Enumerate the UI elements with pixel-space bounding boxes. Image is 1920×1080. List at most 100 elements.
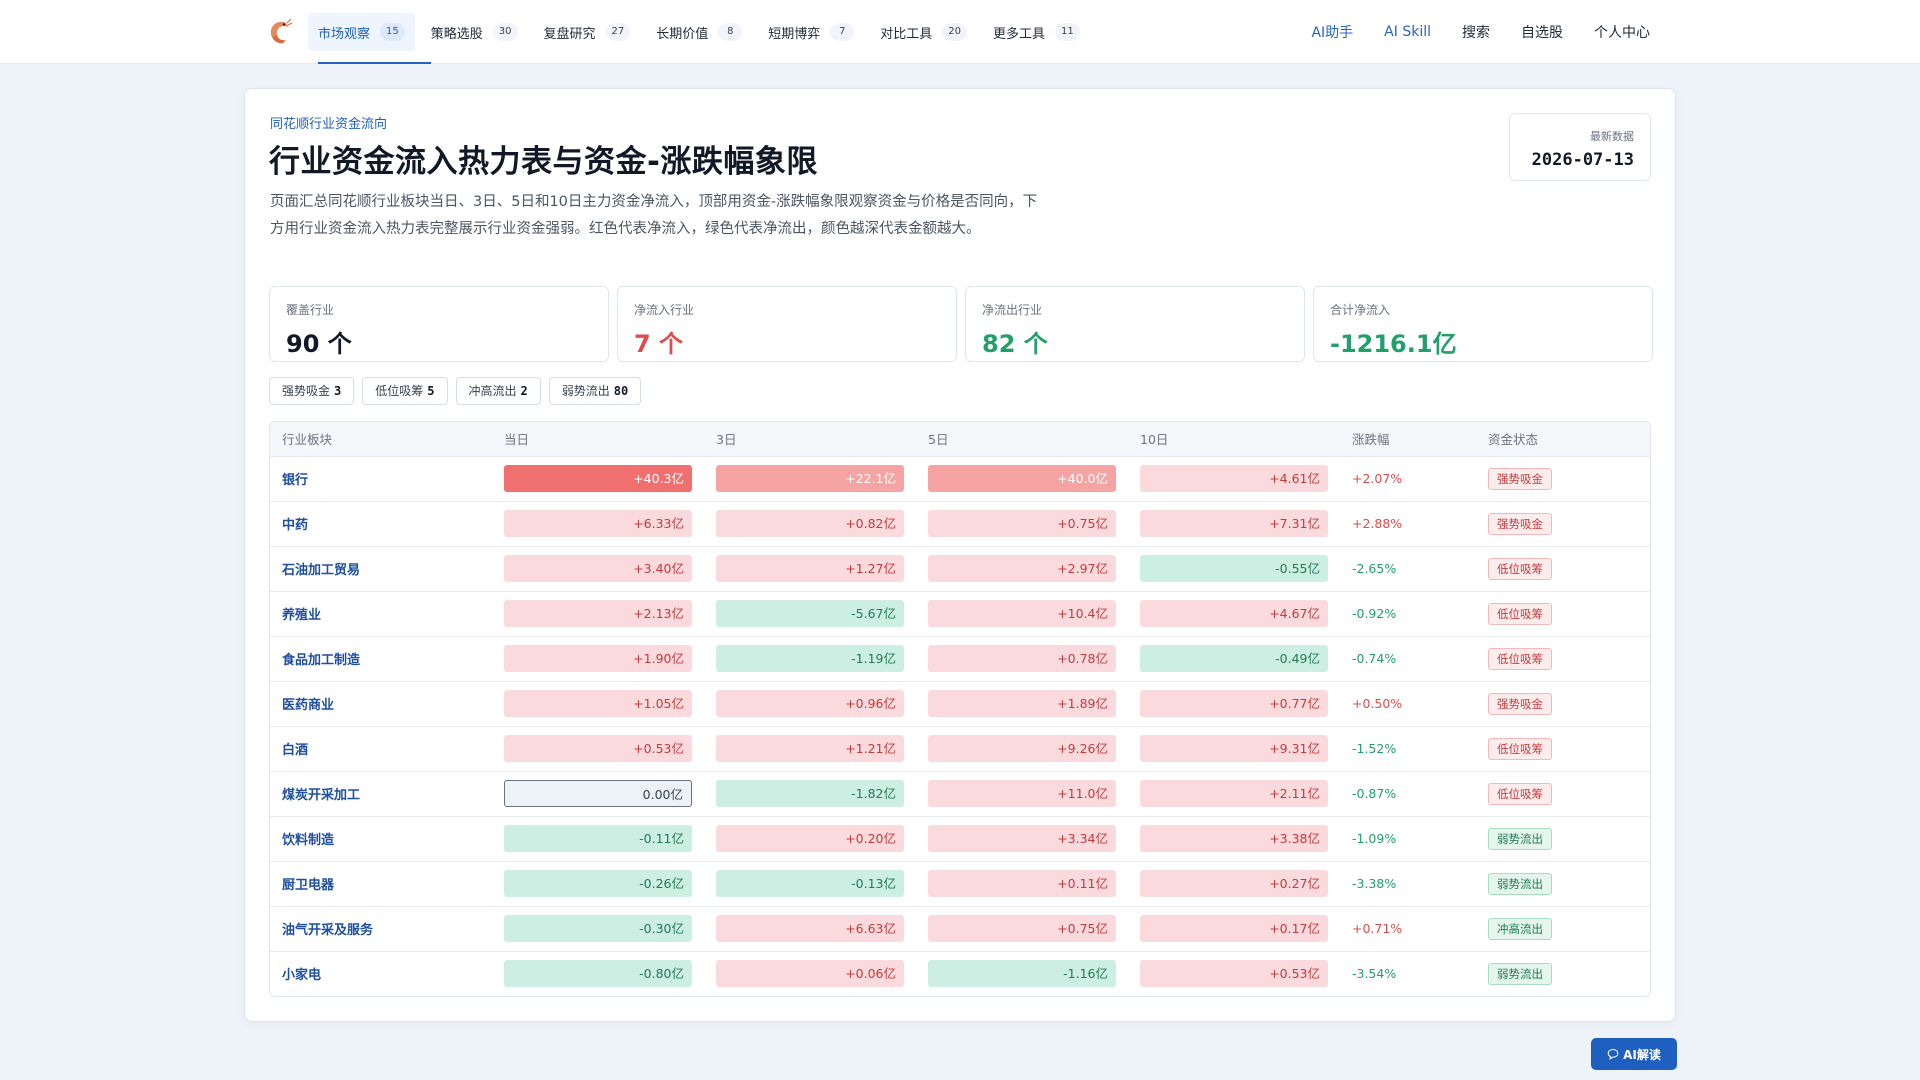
industry-name-link[interactable]: 小家电 [270, 951, 492, 996]
tab-short-term[interactable]: 短期博弈 7 [758, 13, 864, 51]
table-row[interactable]: 厨卫电器 -0.26亿 -0.13亿 +0.11亿 +0.27亿 -3.38% 弱势流出 [270, 861, 1650, 906]
chip-low-accumulation[interactable]: 低位吸筹 5 [362, 377, 448, 405]
column-header-change[interactable]: 涨跌幅 [1340, 422, 1476, 457]
flow-cell: +0.20亿 [704, 816, 916, 861]
industry-name-link[interactable]: 厨卫电器 [270, 861, 492, 906]
status-badge: 弱势流出 [1488, 872, 1552, 895]
flow-value-d1: +40.3亿 [504, 465, 692, 492]
tab-strategy-picks[interactable]: 策略选股 30 [421, 13, 528, 51]
status-cell: 强势吸金 [1476, 501, 1650, 546]
flow-value-d5: +1.89亿 [928, 690, 1116, 717]
fund-flow-table: 行业板块 当日 3日 5日 10日 涨跌幅 资金状态 银行 +40.3亿 +22.1… [270, 422, 1650, 996]
stat-value: 7 个 [634, 330, 684, 358]
column-header-today[interactable]: 当日 [492, 422, 704, 457]
flow-cell: +1.27亿 [704, 546, 916, 591]
flow-cell: -0.80亿 [492, 951, 704, 996]
column-header-industry[interactable]: 行业板块 [270, 422, 492, 457]
nav-links: AI助手 AI Skill 搜索 自选股 个人中心 [1280, 13, 1650, 51]
flow-cell: +2.13亿 [492, 591, 704, 636]
flow-value-d5: +0.11亿 [928, 870, 1116, 897]
tab-compare-tools[interactable]: 对比工具 20 [870, 13, 977, 51]
tab-more-tools[interactable]: 更多工具 11 [983, 13, 1090, 51]
column-header-5d[interactable]: 5日 [916, 422, 1128, 457]
table-row[interactable]: 中药 +6.33亿 +0.82亿 +0.75亿 +7.31亿 +2.88% 强势吸金 [270, 501, 1650, 546]
flow-value-d1: -0.30亿 [504, 915, 692, 942]
table-row[interactable]: 饮料制造 -0.11亿 +0.20亿 +3.34亿 +3.38亿 -1.09% 弱势流出 [270, 816, 1650, 861]
industry-name-link[interactable]: 中药 [270, 501, 492, 546]
flow-cell: +9.26亿 [916, 726, 1128, 771]
table-row[interactable]: 白酒 +0.53亿 +1.21亿 +9.26亿 +9.31亿 -1.52% 低位吸筹 [270, 726, 1650, 771]
flow-value-d3: +0.82亿 [716, 510, 904, 537]
industry-name-link[interactable]: 油气开采及服务 [270, 906, 492, 951]
column-header-10d[interactable]: 10日 [1128, 422, 1340, 457]
nav-tabs: 市场观察 15 策略选股 30 复盘研究 27 长期价值 8 短期博弈 7 对比… [308, 13, 1096, 64]
status-cell: 低位吸筹 [1476, 591, 1650, 636]
nav-search-link[interactable]: 搜索 [1462, 22, 1490, 42]
flow-value-d1: +1.05亿 [504, 690, 692, 717]
flow-value-d5: +2.97亿 [928, 555, 1116, 582]
ai-interpret-button[interactable]: AI解读 [1591, 1038, 1677, 1070]
status-cell: 冲高流出 [1476, 906, 1650, 951]
flow-cell: +4.67亿 [1128, 591, 1340, 636]
tab-count-badge: 7 [830, 23, 855, 41]
tab-label: 长期价值 [656, 26, 709, 42]
flow-cell: +6.33亿 [492, 501, 704, 546]
tab-count-badge: 11 [1055, 23, 1080, 41]
flow-value-d1: +6.33亿 [504, 510, 692, 537]
nav-profile-link[interactable]: 个人中心 [1594, 22, 1650, 42]
flow-cell: +3.40亿 [492, 546, 704, 591]
shrimp-logo-icon[interactable] [266, 17, 292, 45]
flow-cell: +0.06亿 [704, 951, 916, 996]
page-eyebrow: 同花顺行业资金流向 [270, 117, 388, 132]
industry-name-link[interactable]: 医药商业 [270, 681, 492, 726]
table-row[interactable]: 煤炭开采加工 0.00亿 -1.82亿 +11.0亿 +2.11亿 -0.87% 低位吸筹 [270, 771, 1650, 816]
flow-value-d3: -0.13亿 [716, 870, 904, 897]
flow-cell: +40.0亿 [916, 456, 1128, 501]
tab-market-watch[interactable]: 市场观察 15 [308, 13, 431, 64]
table-row[interactable]: 医药商业 +1.05亿 +0.96亿 +1.89亿 +0.77亿 +0.50% 强势吸金 [270, 681, 1650, 726]
chip-weak-outflow[interactable]: 弱势流出 80 [548, 377, 642, 405]
flow-cell: -0.26亿 [492, 861, 704, 906]
table-row[interactable]: 养殖业 +2.13亿 -5.67亿 +10.4亿 +4.67亿 -0.92% 低位吸筹 [270, 591, 1650, 636]
table-row[interactable]: 食品加工制造 +1.90亿 -1.19亿 +0.78亿 -0.49亿 -0.74% 低位吸筹 [270, 636, 1650, 681]
stat-label: 净流入行业 [634, 303, 695, 317]
tab-long-term-value[interactable]: 长期价值 8 [646, 13, 752, 51]
flow-value-d5: +3.34亿 [928, 825, 1116, 852]
nav-watchlist-link[interactable]: 自选股 [1521, 22, 1563, 42]
industry-name-link[interactable]: 饮料制造 [270, 816, 492, 861]
status-filter-chips: 强势吸金 3 低位吸筹 5 冲高流出 2 弱势流出 80 [269, 377, 649, 405]
flow-value-d5: +0.75亿 [928, 510, 1116, 537]
nav-ai-skill-link[interactable]: AI Skill [1384, 24, 1431, 40]
table-row[interactable]: 油气开采及服务 -0.30亿 +6.63亿 +0.75亿 +0.17亿 +0.71% 冲高流… [270, 906, 1650, 951]
industry-name-link[interactable]: 煤炭开采加工 [270, 771, 492, 816]
status-cell: 强势吸金 [1476, 681, 1650, 726]
flow-value-d10: +7.31亿 [1140, 510, 1328, 537]
table-row[interactable]: 石油加工贸易 +3.40亿 +1.27亿 +2.97亿 -0.55亿 -2.65% 低位吸筹 [270, 546, 1650, 591]
industry-name-link[interactable]: 白酒 [270, 726, 492, 771]
industry-name-link[interactable]: 食品加工制造 [270, 636, 492, 681]
flow-cell: +1.90亿 [492, 636, 704, 681]
flow-cell: -1.19亿 [704, 636, 916, 681]
flow-value-d1: -0.80亿 [504, 960, 692, 988]
table-row[interactable]: 小家电 -0.80亿 +0.06亿 -1.16亿 +0.53亿 -3.54% 弱势流出 [270, 951, 1650, 996]
tab-review-research[interactable]: 复盘研究 27 [534, 13, 641, 51]
tab-label: 更多工具 [993, 26, 1046, 42]
heatmap-table: 行业板块 当日 3日 5日 10日 涨跌幅 资金状态 银行 +40.3亿 +22.1… [269, 421, 1651, 997]
flow-cell: -5.67亿 [704, 591, 916, 636]
flow-cell: +0.17亿 [1128, 906, 1340, 951]
flow-cell: +40.3亿 [492, 456, 704, 501]
flow-value-d5: -1.16亿 [928, 960, 1116, 988]
chip-rally-outflow[interactable]: 冲高流出 2 [455, 377, 541, 405]
status-badge: 低位吸筹 [1488, 647, 1552, 670]
column-header-status[interactable]: 资金状态 [1476, 422, 1650, 457]
flow-value-d1: +2.13亿 [504, 600, 692, 627]
nav-ai-assistant-link[interactable]: AI助手 [1311, 22, 1353, 42]
chip-count: 5 [427, 384, 435, 398]
chip-strong-inflow[interactable]: 强势吸金 3 [269, 377, 355, 405]
flow-value-d10: +0.53亿 [1140, 960, 1328, 988]
industry-name-link[interactable]: 石油加工贸易 [270, 546, 492, 591]
industry-name-link[interactable]: 银行 [270, 456, 492, 501]
industry-name-link[interactable]: 养殖业 [270, 591, 492, 636]
table-row[interactable]: 银行 +40.3亿 +22.1亿 +40.0亿 +4.61亿 +2.07% 强势吸金 [270, 456, 1650, 501]
column-header-3d[interactable]: 3日 [704, 422, 916, 457]
